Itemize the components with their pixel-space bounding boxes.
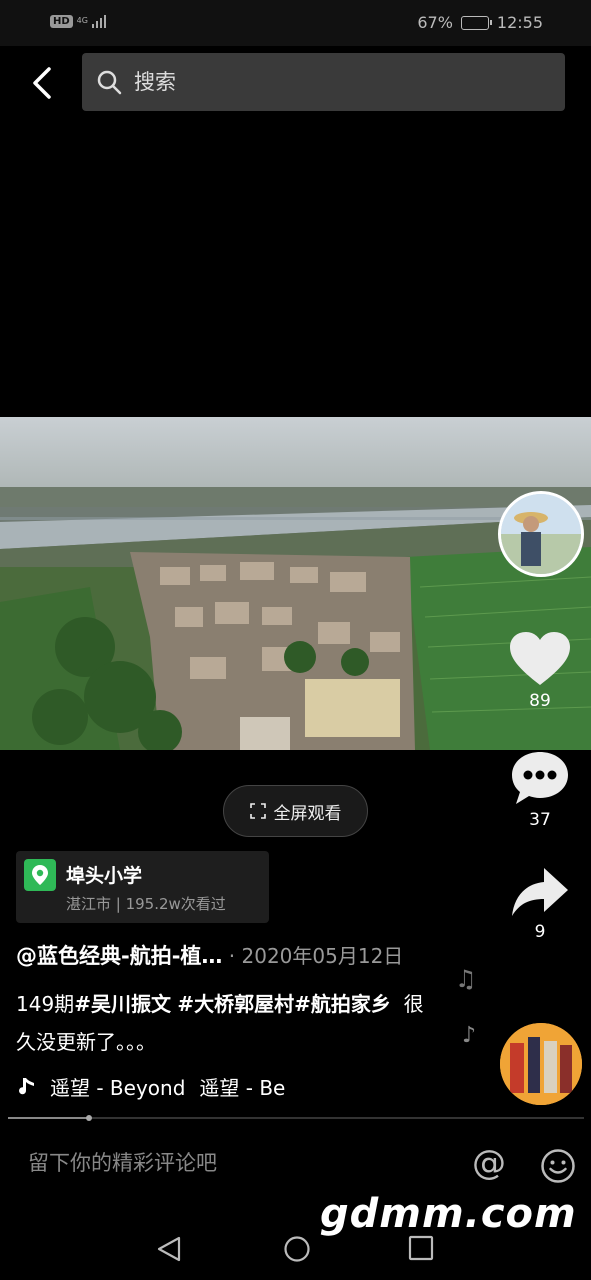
- music-disc[interactable]: [500, 1023, 582, 1105]
- progress-knob[interactable]: [86, 1115, 92, 1121]
- location-name: 埠头小学: [66, 865, 143, 887]
- avatar-image: [501, 494, 581, 574]
- hd-badge: HD: [50, 14, 73, 28]
- emoji-icon[interactable]: [540, 1148, 576, 1184]
- hashtag[interactable]: #吴川振文: [74, 992, 171, 1016]
- album-cover-image: [500, 1023, 582, 1105]
- music-note-icon: ♫: [455, 965, 477, 993]
- status-bar: HD 4G 67% 12:55: [0, 0, 591, 46]
- chevron-left-icon: [33, 67, 51, 99]
- heart-icon: [510, 632, 570, 685]
- music-note-icon: [19, 1077, 34, 1094]
- music-track: 遥望 - Beyond: [50, 1076, 186, 1100]
- post-meta: @蓝色经典-航拍-植… · 2020年05月12日: [16, 940, 456, 970]
- comment-bar: @: [0, 1135, 591, 1195]
- fullscreen-button[interactable]: 全屏观看: [223, 785, 368, 837]
- desc-prefix: 149期: [16, 992, 75, 1016]
- at-icon[interactable]: @: [472, 1143, 506, 1183]
- location-subtitle: 湛江市 | 195.2w次看过: [66, 895, 226, 913]
- video-player[interactable]: [0, 417, 591, 750]
- nav-recent-icon[interactable]: [408, 1235, 434, 1261]
- clock: 12:55: [496, 13, 543, 32]
- music-track: 遥望 - Be: [199, 1076, 286, 1100]
- status-right: 67% 12:55: [417, 13, 543, 32]
- battery-percent: 67%: [417, 13, 453, 32]
- share-count: 9: [534, 922, 546, 942]
- search-input[interactable]: [134, 70, 494, 94]
- author-name[interactable]: @蓝色经典-航拍-植…: [16, 944, 222, 968]
- signal-icon: [91, 14, 106, 28]
- like-count: 89: [529, 691, 551, 711]
- comment-input[interactable]: [28, 1151, 428, 1175]
- video-frame-image: [0, 417, 591, 750]
- author-avatar[interactable]: [498, 491, 584, 577]
- music-marquee[interactable]: 遥望 - Beyond 遥望 - Be: [18, 1072, 285, 1101]
- search-icon: [97, 70, 122, 95]
- location-card[interactable]: 埠头小学 湛江市 | 195.2w次看过: [16, 851, 269, 923]
- fullscreen-label: 全屏观看: [273, 803, 342, 824]
- share-arrow-icon: [512, 868, 568, 916]
- comment-button[interactable]: 37: [505, 750, 575, 830]
- back-button[interactable]: [22, 62, 62, 104]
- share-button[interactable]: 9: [505, 866, 575, 942]
- nav-home-icon[interactable]: [283, 1235, 311, 1263]
- like-button[interactable]: 89: [505, 632, 575, 711]
- fullscreen-icon: [249, 803, 266, 819]
- network-type: 4G: [76, 16, 88, 25]
- hashtag[interactable]: #大桥郭屋村: [177, 992, 294, 1016]
- location-pin-icon: [24, 859, 56, 891]
- search-bar[interactable]: [82, 53, 565, 111]
- post-date: · 2020年05月12日: [222, 944, 404, 968]
- hashtag[interactable]: #航拍家乡: [294, 992, 391, 1016]
- post-description: 149期#吴川振文 #大桥郭屋村#航拍家乡 很久没更新了。。。: [16, 985, 436, 1061]
- nav-back-icon[interactable]: [155, 1235, 183, 1263]
- video-progress-bar[interactable]: [8, 1115, 584, 1121]
- status-left: HD 4G: [50, 14, 106, 28]
- comment-count: 37: [529, 810, 551, 830]
- speech-bubble-icon: [512, 752, 568, 804]
- battery-icon: [460, 15, 492, 30]
- system-nav-bar: [0, 1210, 591, 1280]
- progress-played: [8, 1117, 89, 1119]
- music-note-icon: ♪: [462, 1023, 477, 1048]
